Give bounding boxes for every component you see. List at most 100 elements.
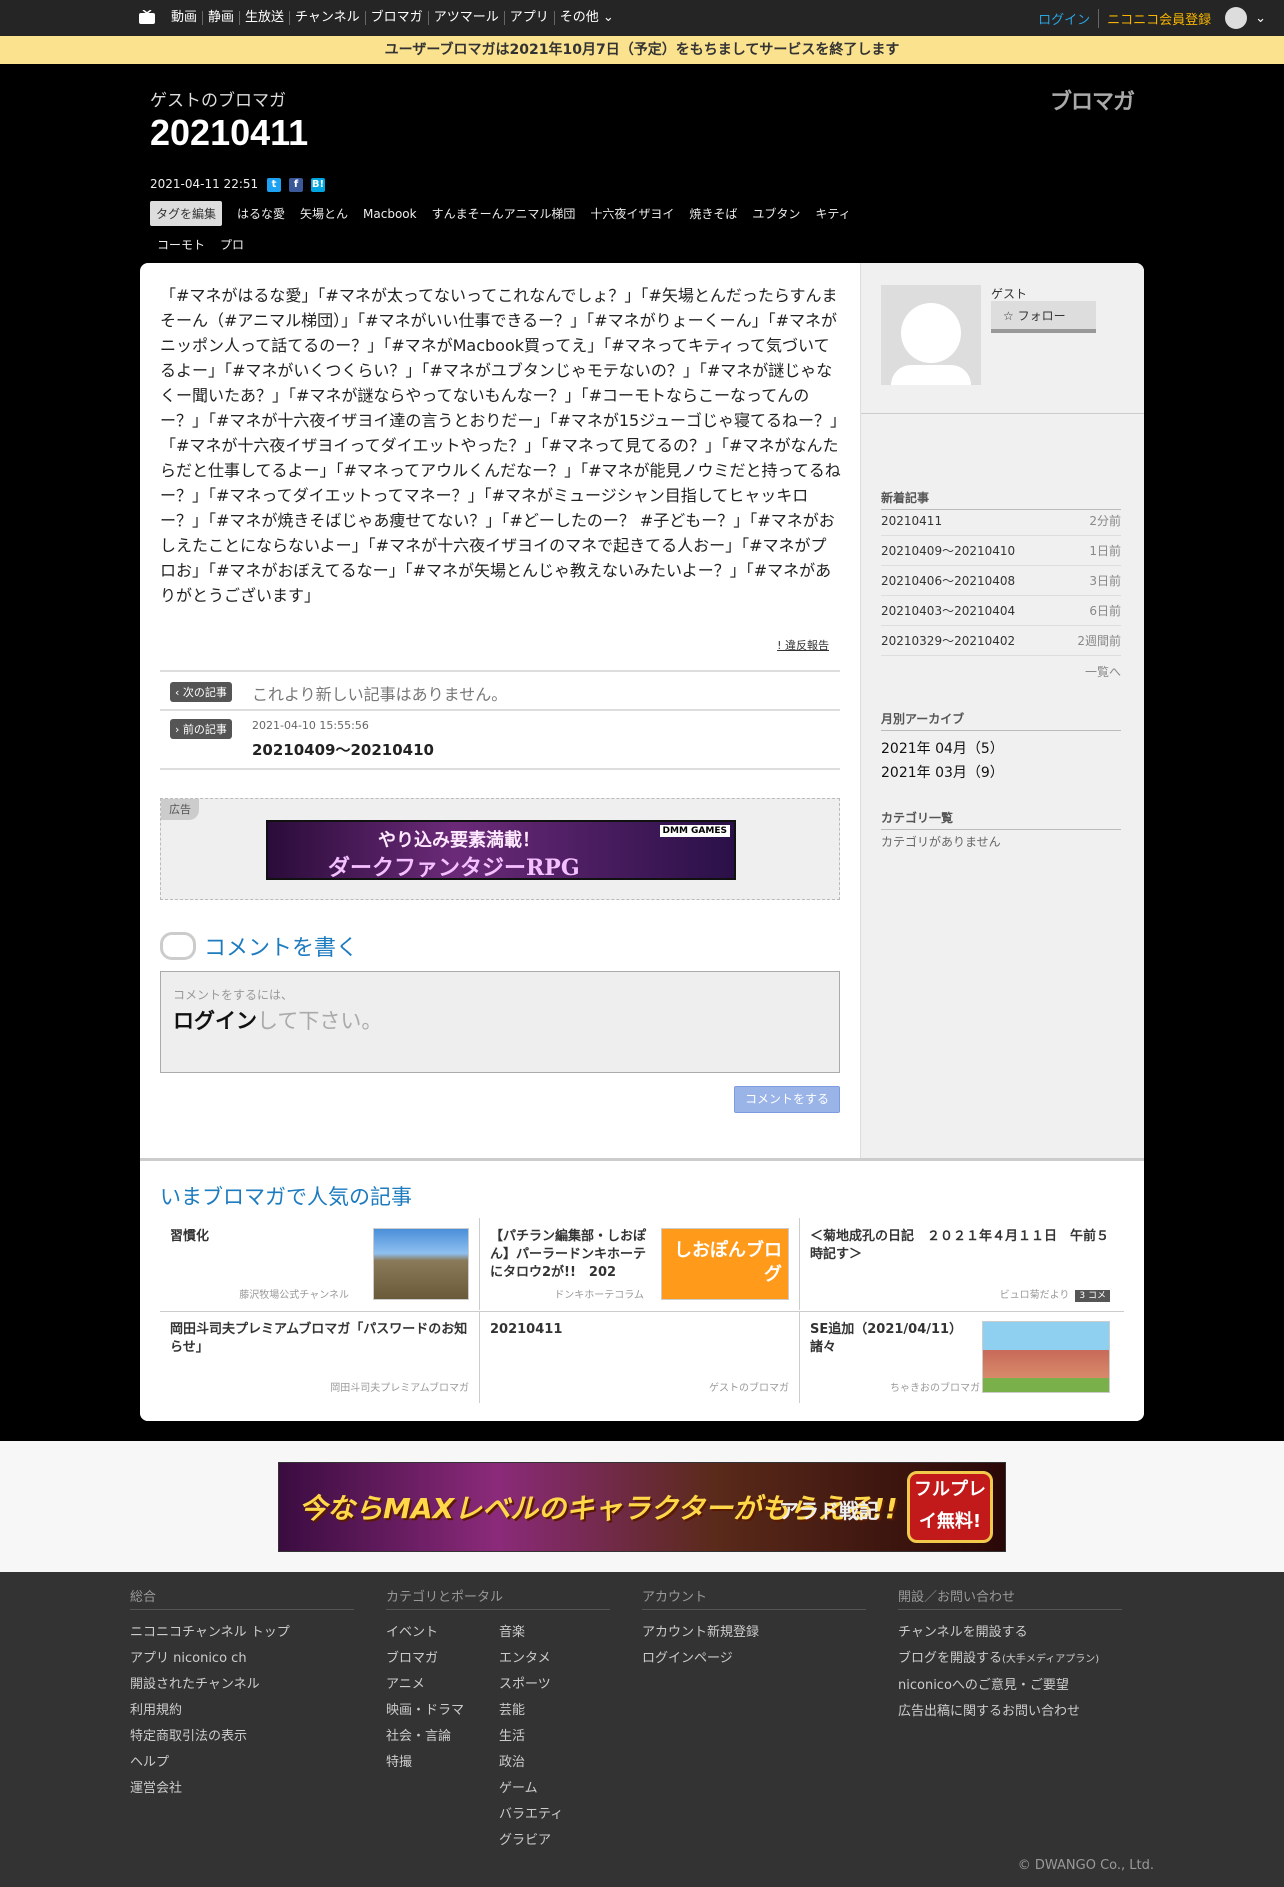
footer-link[interactable]: 生活 — [499, 1724, 612, 1750]
footer-link[interactable]: 利用規約 — [130, 1698, 354, 1724]
follow-button[interactable]: ☆ フォロー — [991, 301, 1096, 333]
footer-link[interactable]: アカウント新規登録 — [642, 1620, 866, 1646]
list-item[interactable]: 20210406～20210408 3日前 — [881, 566, 1121, 596]
list-item[interactable]: 20210403～20210404 6日前 — [881, 596, 1121, 626]
nav-live[interactable]: 生放送 — [239, 11, 289, 25]
footer-column: アカウント アカウント新規登録 ログインページ — [642, 1586, 866, 1672]
login-link[interactable]: ログイン — [1030, 8, 1100, 28]
comment-input[interactable]: コメントをするには、 ログインして下さい。 — [160, 971, 840, 1073]
tag[interactable]: プロ — [213, 232, 251, 257]
footer-link[interactable]: スポーツ — [499, 1672, 612, 1698]
tag[interactable]: はるな愛 — [230, 201, 292, 226]
tag[interactable]: 焼きそば — [682, 201, 744, 226]
nav-channel[interactable]: チャンネル — [289, 11, 365, 25]
more-link[interactable]: 一覧へ — [881, 663, 1121, 680]
user-name[interactable]: ゲスト — [991, 285, 1027, 302]
footer-link[interactable]: エンタメ — [499, 1646, 612, 1672]
category-heading: カテゴリ一覧 — [881, 809, 1121, 830]
footer-link[interactable]: niconicoへのご意見・ご要望 — [898, 1673, 1122, 1699]
nav-seiga[interactable]: 静画 — [202, 11, 239, 25]
nav-atsumaru[interactable]: アツマール — [427, 11, 504, 25]
footer-link[interactable]: アプリ niconico ch — [130, 1646, 354, 1672]
prev-article-title[interactable]: 20210409～20210410 — [252, 739, 434, 760]
nav-blomaga[interactable]: ブロマガ — [364, 11, 428, 25]
tag[interactable]: コーモト — [150, 232, 212, 257]
chevron-down-icon[interactable]: ⌄ — [1255, 11, 1266, 26]
archive-item[interactable]: 2021年 04月（5） — [881, 737, 1004, 761]
next-article-nav: ‹ 次の記事 これより新しい記事はありません。 — [160, 670, 840, 710]
tag-list: タグを編集 はるな愛 矢場とん Macbook すんまそーんアニマル梯団 十六夜… — [150, 201, 910, 257]
tag[interactable]: 矢場とん — [293, 201, 355, 226]
footer-link[interactable]: バラエティ — [499, 1802, 612, 1828]
footer-link[interactable]: グラビア — [499, 1828, 612, 1854]
footer-link[interactable]: 映画・ドラマ — [386, 1698, 499, 1724]
popular-item[interactable]: 20210411 ゲストのブロマガ — [480, 1311, 800, 1403]
ad-banner[interactable]: やり込み要素満載！ ダークファンタジーRPG DMM GAMES — [266, 820, 736, 880]
nav-others[interactable]: その他 ⌄ — [553, 11, 619, 25]
footer-link[interactable]: 芸能 — [499, 1698, 612, 1724]
footer-link[interactable]: 広告出稿に関するお問い合わせ — [898, 1699, 1122, 1725]
footer-heading: カテゴリとポータル — [386, 1586, 610, 1610]
edit-tags-button[interactable]: タグを編集 — [150, 201, 223, 226]
footer-link[interactable]: 運営会社 — [130, 1776, 354, 1802]
footer-link[interactable]: ログインページ — [642, 1646, 866, 1672]
register-link[interactable]: ニコニコ会員登録 — [1099, 9, 1221, 28]
blog-name[interactable]: ゲストのブロマガ — [150, 86, 286, 111]
footer-link[interactable]: ブロマガ — [386, 1646, 499, 1672]
popular-item[interactable]: ＜菊地成孔の日記 ２０２１年４月１１日 午前５時記す＞ ビュロ菊だより 3 コメ — [800, 1218, 1120, 1310]
item-time: 6日前 — [1089, 604, 1121, 618]
user-avatar[interactable] — [881, 285, 981, 385]
item-title: ＜菊地成孔の日記 ２０２１年４月１１日 午前５時記す＞ — [810, 1229, 1110, 1262]
list-item[interactable]: 20210409～20210410 1日前 — [881, 536, 1121, 566]
report-link[interactable]: ! 違反報告 — [777, 637, 829, 653]
global-nav: 動画 静画 生放送 チャンネル ブロマガ アツマール アプリ その他 ⌄ — [166, 0, 619, 36]
facebook-icon[interactable]: f — [289, 178, 303, 192]
footer-link[interactable]: 開設されたチャンネル — [130, 1672, 354, 1698]
item-source: ビュロ菊だより 3 コメ — [1000, 1286, 1110, 1302]
footer-link[interactable]: 政治 — [499, 1750, 612, 1776]
twitter-icon[interactable]: t — [267, 178, 281, 192]
comment-login-link[interactable]: ログイン — [173, 1009, 257, 1033]
footer-link[interactable]: イベント — [386, 1620, 499, 1646]
comment-heading-text: コメントを書く — [204, 936, 359, 961]
popular-item[interactable]: 習慣化 藤沢牧場公式チャンネル — [160, 1218, 480, 1310]
tag[interactable]: 十六夜イザヨイ — [583, 201, 681, 226]
nav-video[interactable]: 動画 — [166, 11, 202, 25]
blomaga-logo[interactable]: ブロマガ — [1050, 84, 1135, 116]
niconico-logo-icon[interactable] — [139, 10, 155, 24]
item-title: 20210406～20210408 — [881, 574, 1016, 588]
footer-link[interactable]: 特撮 — [386, 1750, 499, 1776]
top-navigation-bar: 動画 静画 生放送 チャンネル ブロマガ アツマール アプリ その他 ⌄ ログイ… — [0, 0, 1284, 36]
archive-item[interactable]: 2021年 03月（9） — [881, 761, 1004, 785]
tag[interactable]: すんまそーんアニマル梯団 — [425, 201, 583, 226]
submit-comment-button[interactable]: コメントをする — [734, 1086, 840, 1113]
footer-link[interactable]: ニコニコチャンネル トップ — [130, 1620, 354, 1646]
ad-text: ダークファンタジーRPG — [328, 855, 580, 880]
footer-columns: イベント ブロマガ アニメ 映画・ドラマ 社会・言論 特撮 音楽 エンタメ スポ… — [386, 1620, 610, 1854]
ad-banner-bottom[interactable]: 今ならMAXレベルのキャラクターがもらえる!! アラド戦記 フルプレイ無料! — [278, 1462, 1006, 1552]
footer-link[interactable]: ゲーム — [499, 1776, 612, 1802]
popular-item[interactable]: 岡田斗司夫プレミアムブロマガ「パスワードのお知らせ」 岡田斗司夫プレミアムブロマ… — [160, 1311, 480, 1403]
nav-app[interactable]: アプリ — [503, 11, 554, 25]
footer-link[interactable]: ブログを開設する(大手メディアプラン) — [898, 1646, 1122, 1673]
footer-link[interactable]: 音楽 — [499, 1620, 612, 1646]
item-time: 1日前 — [1089, 544, 1121, 558]
list-item[interactable]: 20210329～20210402 2週間前 — [881, 626, 1121, 656]
footer-link[interactable]: アニメ — [386, 1672, 499, 1698]
footer-link[interactable]: ヘルプ — [130, 1750, 354, 1776]
popular-item[interactable]: 【パチラン編集部・しおぽん】パーラードンキホーテにタロウ2が!! 202 ドンキ… — [480, 1218, 800, 1310]
content-card: 「#マネがはるな愛」「#マネが太ってないってこれなんでしょ？」「#矢場とんだった… — [140, 263, 1144, 1421]
popular-item[interactable]: SE追加（2021/04/11）諸々 ちゃきおのブロマガ — [800, 1311, 1120, 1403]
hatena-bookmark-icon[interactable]: B! — [311, 178, 325, 192]
item-time: 2週間前 — [1077, 634, 1121, 648]
dmm-logo: DMM GAMES — [659, 825, 730, 837]
user-avatar-icon[interactable] — [1225, 7, 1248, 29]
footer-link[interactable]: チャンネルを開設する — [898, 1620, 1122, 1646]
footer-link[interactable]: 社会・言論 — [386, 1724, 499, 1750]
tag[interactable]: ユブタン — [745, 201, 807, 226]
list-item[interactable]: 20210411 2分前 — [881, 506, 1121, 536]
footer-link[interactable]: 特定商取引法の表示 — [130, 1724, 354, 1750]
tag[interactable]: Macbook — [356, 203, 424, 225]
tag[interactable]: キティ — [808, 201, 857, 226]
prev-article-nav[interactable]: › 前の記事 2021-04-10 15:55:56 20210409～2021… — [160, 709, 840, 770]
